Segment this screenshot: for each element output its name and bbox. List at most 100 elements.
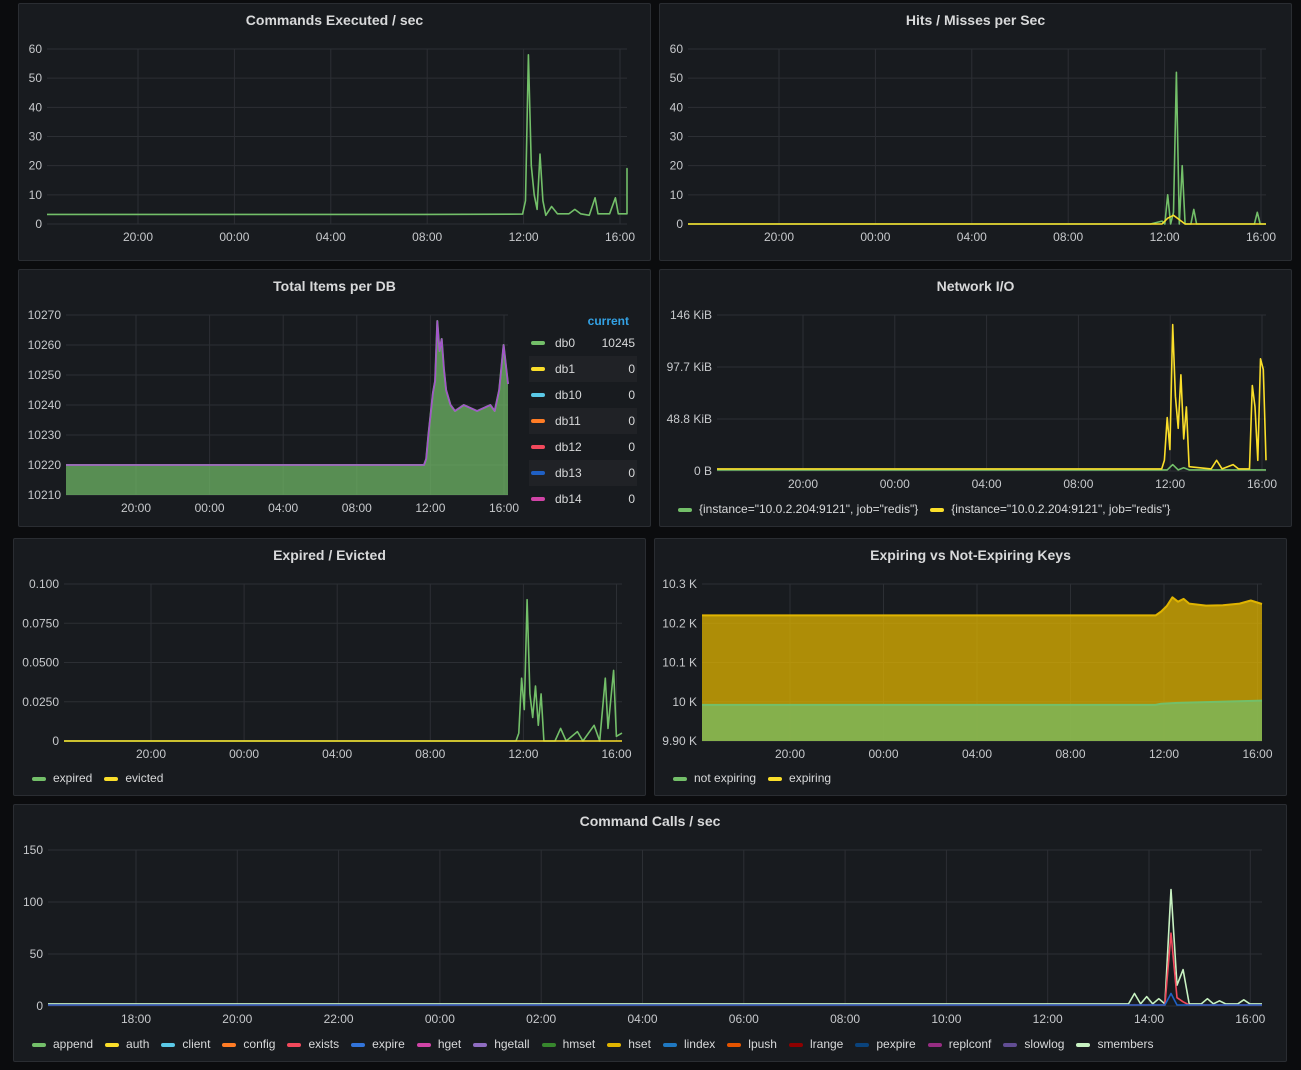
legend-item[interactable]: append — [32, 1037, 93, 1051]
legend-swatch — [222, 1042, 237, 1047]
legend-swatch — [531, 367, 545, 371]
legend-swatch — [104, 776, 119, 781]
legend-swatch — [673, 776, 687, 781]
legend-label: hget — [437, 1037, 462, 1051]
legend-swatch — [662, 1042, 677, 1047]
legend-item[interactable]: expiring — [768, 771, 831, 785]
legend-label: auth — [126, 1037, 150, 1051]
panel-expired-evicted[interactable]: Expired / Evicted expired evicted — [13, 538, 646, 796]
legend-item[interactable]: not expiring — [673, 771, 756, 785]
legend-item[interactable]: lrange — [788, 1037, 844, 1051]
expired-legend: expired evicted — [32, 771, 175, 785]
legend-item[interactable]: auth — [105, 1037, 149, 1051]
legend-label: lindex — [683, 1037, 716, 1051]
legend-item[interactable]: hset — [607, 1037, 651, 1051]
legend-swatch — [1003, 1042, 1018, 1047]
legend-series-name: db11 — [555, 414, 581, 428]
legend-swatch — [541, 1042, 556, 1047]
panel-hits-misses[interactable]: Hits / Misses per Sec — [659, 3, 1292, 261]
legend-label: pexpire — [876, 1037, 916, 1051]
legend-row-db10[interactable]: db10 0 — [529, 382, 637, 408]
legend-row-db13[interactable]: db13 0 — [529, 460, 637, 486]
legend-series-name: db14 — [555, 492, 582, 506]
legend-row-db14[interactable]: db14 0 — [529, 486, 637, 512]
legend-label: expiring — [789, 771, 832, 785]
legend-current-value: 0 — [628, 388, 635, 402]
panel-title[interactable]: Expiring vs Not-Expiring Keys — [655, 547, 1286, 563]
legend-item[interactable]: {instance="10.0.2.204:9121", job="redis"… — [930, 502, 1170, 516]
legend-item[interactable]: hmset — [541, 1037, 596, 1051]
legend-swatch — [32, 1042, 46, 1047]
panel-command-calls[interactable]: Command Calls / sec append auth client conf… — [13, 804, 1287, 1062]
legend-item[interactable]: replconf — [927, 1037, 992, 1051]
legend-label: slowlog — [1024, 1037, 1065, 1051]
legend-item[interactable]: smembers — [1076, 1037, 1153, 1051]
legend-swatch — [927, 1042, 942, 1047]
legend-item[interactable]: expire — [351, 1037, 405, 1051]
legend-swatch — [105, 1042, 120, 1047]
legend-current-value: 0 — [628, 440, 635, 454]
legend-label: smembers — [1097, 1037, 1154, 1051]
legend-swatch — [473, 1042, 488, 1047]
legend-swatch — [531, 471, 545, 475]
legend-header-current[interactable]: current — [588, 314, 629, 328]
legend-item[interactable]: evicted — [104, 771, 163, 785]
legend-row-db12[interactable]: db12 0 — [529, 434, 637, 460]
panel-title[interactable]: Expired / Evicted — [14, 547, 645, 563]
legend-swatch — [287, 1042, 302, 1047]
panel-title[interactable]: Total Items per DB — [19, 278, 650, 294]
legend-row-db11[interactable]: db11 0 — [529, 408, 637, 434]
network-legend: {instance="10.0.2.204:9121", job="redis"… — [678, 502, 1182, 516]
legend-current-value: 0 — [628, 492, 635, 506]
legend-item[interactable]: hget — [416, 1037, 462, 1051]
panel-title[interactable]: Command Calls / sec — [14, 813, 1286, 829]
legend-current-value: 0 — [628, 466, 635, 480]
legend-item[interactable]: lpush — [727, 1037, 777, 1051]
panel-network-io[interactable]: Network I/O {instance="10.0.2.204:9121",… — [659, 269, 1292, 527]
legend-swatch — [161, 1042, 176, 1047]
items-legend-table: current db0 10245 db1 0 db10 0 db11 0 db12 0 db13 0… — [529, 314, 639, 524]
legend-label: lrange — [809, 1037, 844, 1051]
legend-series-name: db12 — [555, 440, 582, 454]
legend-label: hgetall — [494, 1037, 530, 1051]
legend-swatch — [727, 1042, 742, 1047]
legend-label: {instance="10.0.2.204:9121", job="redis"… — [951, 502, 1171, 516]
legend-current-value: 0 — [628, 362, 635, 376]
legend-label: evicted — [125, 771, 164, 785]
panel-title[interactable]: Hits / Misses per Sec — [660, 12, 1291, 28]
legend-item[interactable]: {instance="10.0.2.204:9121", job="redis"… — [678, 502, 918, 516]
legend-item[interactable]: lindex — [662, 1037, 716, 1051]
legend-row-db0[interactable]: db0 10245 — [529, 330, 637, 356]
legend-swatch — [531, 393, 545, 397]
legend-item[interactable]: config — [222, 1037, 275, 1051]
legend-label: expire — [372, 1037, 405, 1051]
panel-total-items[interactable]: Total Items per DB current db0 10245 db1 0 d… — [18, 269, 651, 527]
panel-expiring-keys[interactable]: Expiring vs Not-Expiring Keys not expiri… — [654, 538, 1287, 796]
legend-label: not expiring — [694, 771, 757, 785]
panel-title[interactable]: Commands Executed / sec — [19, 12, 650, 28]
legend-series-name: db13 — [555, 466, 582, 480]
legend-swatch — [678, 507, 692, 512]
legend-swatch — [531, 341, 545, 345]
legend-row-db1[interactable]: db1 0 — [529, 356, 637, 382]
legend-item[interactable]: expired — [32, 771, 92, 785]
legend-item[interactable]: hgetall — [473, 1037, 530, 1051]
legend-item[interactable]: exists — [287, 1037, 339, 1051]
legend-label: config — [243, 1037, 276, 1051]
legend-swatch — [531, 445, 545, 449]
legend-label: hmset — [562, 1037, 596, 1051]
legend-item[interactable]: slowlog — [1003, 1037, 1064, 1051]
legend-label: client — [182, 1037, 211, 1051]
legend-swatch — [32, 776, 46, 781]
legend-swatch — [607, 1042, 622, 1047]
legend-item[interactable]: client — [161, 1037, 210, 1051]
panel-title[interactable]: Network I/O — [660, 278, 1291, 294]
legend-swatch — [855, 1042, 870, 1047]
legend-swatch — [351, 1042, 366, 1047]
legend-series-name: db10 — [555, 388, 582, 402]
expiring-legend: not expiring expiring — [673, 771, 843, 785]
panel-commands-executed[interactable]: Commands Executed / sec — [18, 3, 651, 261]
legend-swatch — [930, 507, 945, 512]
legend-label: replconf — [948, 1037, 992, 1051]
legend-item[interactable]: pexpire — [855, 1037, 916, 1051]
